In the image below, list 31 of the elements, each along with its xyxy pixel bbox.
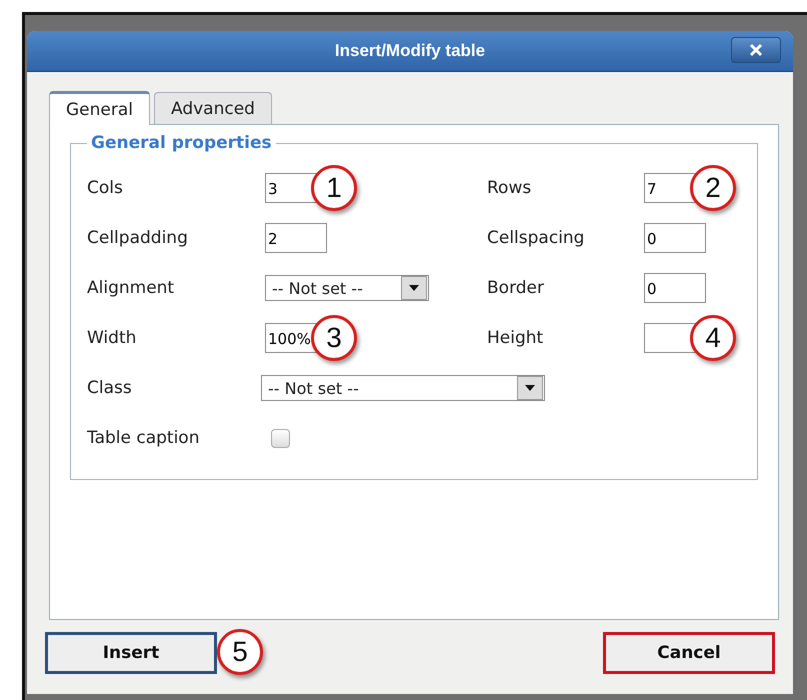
field-label: Border — [487, 278, 545, 298]
close-button[interactable] — [731, 37, 781, 63]
input-field[interactable]: 0 — [644, 223, 706, 253]
callout-marker: 5 — [217, 629, 263, 675]
caret-icon — [525, 385, 535, 391]
dialog-button[interactable]: Cancel — [603, 632, 775, 674]
input-field[interactable]: 0 — [644, 273, 706, 303]
group-legend: General properties — [87, 133, 276, 153]
field-label: Height — [487, 328, 544, 348]
dropdown[interactable]: -- Not set -- — [265, 275, 429, 301]
field-label: Cellspacing — [487, 228, 586, 248]
callout-marker: 1 — [311, 165, 357, 211]
tab[interactable]: General — [49, 91, 150, 125]
field-label: Class — [87, 378, 133, 398]
field-label: Rows — [487, 178, 532, 198]
tab[interactable]: Advanced — [154, 92, 272, 124]
callout-marker: 2 — [690, 165, 736, 211]
dialog-button[interactable]: Insert — [45, 632, 217, 674]
callout-marker: 4 — [690, 315, 736, 361]
input-field[interactable]: 2 — [265, 223, 327, 253]
checkbox[interactable] — [271, 428, 290, 448]
field-label: Cols — [87, 178, 124, 198]
caret-icon — [409, 285, 419, 291]
callout-marker: 3 — [311, 315, 357, 361]
field-label: Alignment — [87, 278, 176, 298]
field-label: Width — [87, 328, 138, 348]
close-icon — [749, 43, 763, 57]
dialog-title: Insert/Modify table — [334, 41, 486, 61]
field-label: Table caption — [87, 428, 200, 448]
dropdown[interactable]: -- Not set -- — [261, 375, 545, 401]
field-label: Cellpadding — [87, 228, 189, 248]
